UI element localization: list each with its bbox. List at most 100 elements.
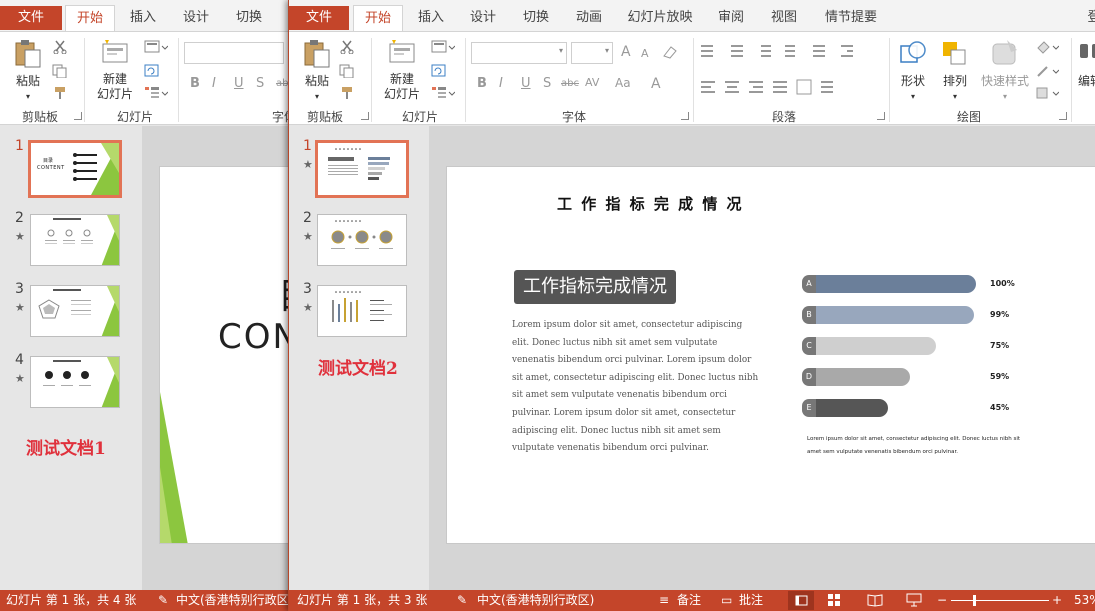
paste-button[interactable]: 粘贴 ▾ xyxy=(297,38,337,104)
tab-slideshow[interactable]: 幻灯片放映 xyxy=(623,5,697,32)
quick-styles-icon xyxy=(992,40,1017,65)
spell-check-icon[interactable]: ✎ xyxy=(158,590,168,611)
current-slide[interactable]: 工 作 指 标 完 成 情 况 工作指标完成情况 Lorem ipsum dol… xyxy=(446,166,1095,544)
slide-thumbnail-4[interactable] xyxy=(30,356,120,408)
zoom-out-button[interactable]: − xyxy=(937,590,947,611)
clear-format-icon[interactable] xyxy=(661,44,679,63)
slide-number: 2 xyxy=(15,210,24,226)
strikethrough-button[interactable]: abc xyxy=(276,78,288,89)
shadow-button[interactable]: S xyxy=(543,76,551,91)
slide-sorter-view-icon[interactable] xyxy=(827,593,841,611)
font-size-select[interactable]: ▾ xyxy=(571,42,613,64)
italic-button[interactable]: I xyxy=(499,76,503,91)
slide-number: 1 xyxy=(303,138,312,154)
shape-outline-icon[interactable] xyxy=(1035,64,1060,81)
sign-in-link[interactable]: 登 xyxy=(1084,5,1095,32)
new-slide-button[interactable]: 新建 幻灯片 xyxy=(379,38,425,102)
underline-button[interactable]: U xyxy=(234,76,244,91)
bold-button[interactable]: B xyxy=(477,76,487,91)
notes-button[interactable]: 备注 xyxy=(677,590,701,611)
format-painter-icon[interactable] xyxy=(52,86,68,103)
paragraph-controls-row2[interactable] xyxy=(701,78,871,99)
tab-storyboard[interactable]: 情节提要 xyxy=(819,5,883,32)
divider xyxy=(371,38,372,122)
tab-transitions[interactable]: 切换 xyxy=(514,5,558,32)
main-slide-title: 目 xyxy=(278,267,288,319)
thumb1-subtitle: CONTENT xyxy=(37,165,65,171)
zoom-slider-thumb[interactable] xyxy=(973,595,976,606)
spell-check-icon[interactable]: ✎ xyxy=(457,590,467,611)
arrange-button[interactable]: 排列 ▾ xyxy=(937,38,973,104)
bar-letter: A xyxy=(802,275,816,293)
zoom-slider-track[interactable] xyxy=(951,600,1049,601)
slide-thumbnail-3[interactable] xyxy=(30,285,120,337)
reading-view-icon[interactable] xyxy=(867,593,883,611)
quick-styles-button[interactable]: 快速样式 ▾ xyxy=(979,38,1031,104)
section-icon[interactable] xyxy=(144,86,169,103)
layout-icon[interactable] xyxy=(144,40,169,57)
drawing-launcher-icon[interactable] xyxy=(1059,112,1067,120)
paragraph-controls-row1[interactable] xyxy=(701,42,871,63)
slide-editor: 目 CONTENT xyxy=(142,126,288,590)
tab-home[interactable]: 开始 xyxy=(65,5,115,32)
tab-review[interactable]: 审阅 xyxy=(709,5,753,32)
bold-button[interactable]: B xyxy=(190,76,200,91)
slide-thumbnail-1[interactable]: 目录 CONTENT xyxy=(28,140,122,198)
tab-animations[interactable]: 动画 xyxy=(567,5,611,32)
tab-design[interactable]: 设计 xyxy=(461,5,505,32)
zoom-level[interactable]: 53% xyxy=(1074,590,1095,611)
normal-view-button[interactable] xyxy=(788,591,814,610)
format-painter-icon[interactable] xyxy=(339,86,355,103)
reset-icon[interactable] xyxy=(431,64,447,81)
shrink-font-button[interactable]: A xyxy=(641,47,649,60)
cut-icon[interactable] xyxy=(52,40,68,57)
current-slide[interactable]: 目 CONTENT xyxy=(159,166,288,544)
cut-icon[interactable] xyxy=(339,40,355,57)
status-language[interactable]: 中文(香港特别行政区) xyxy=(176,590,288,611)
progress-bars-chart: A 100% B 99% C 75% D 59% E 45% xyxy=(802,275,1022,425)
paste-button[interactable]: 粘贴 ▾ xyxy=(8,38,48,104)
slide-thumbnail-2[interactable] xyxy=(30,214,120,266)
zoom-in-button[interactable]: + xyxy=(1052,590,1062,611)
shadow-button[interactable]: S xyxy=(256,76,264,91)
change-case-button[interactable]: Aa xyxy=(615,76,631,90)
tab-insert[interactable]: 插入 xyxy=(409,5,453,32)
paragraph-launcher-icon[interactable] xyxy=(877,112,885,120)
section-icon[interactable] xyxy=(431,86,456,103)
editing-button[interactable]: 编辑 xyxy=(1075,38,1095,89)
char-spacing-button[interactable]: AV xyxy=(585,76,599,89)
slide-thumbnail-1[interactable] xyxy=(315,140,409,198)
shapes-button[interactable]: 形状 ▾ xyxy=(895,38,931,104)
clipboard-launcher-icon[interactable] xyxy=(74,112,82,120)
tab-file[interactable]: 文件 xyxy=(0,6,62,30)
reset-icon[interactable] xyxy=(144,64,160,81)
tab-file[interactable]: 文件 xyxy=(289,6,349,30)
italic-button[interactable]: I xyxy=(212,76,216,91)
tab-home[interactable]: 开始 xyxy=(353,5,403,32)
tab-transitions[interactable]: 切换 xyxy=(227,5,271,32)
copy-icon[interactable] xyxy=(339,64,355,81)
font-launcher-icon[interactable] xyxy=(681,112,689,120)
shape-effects-icon[interactable] xyxy=(1035,86,1060,103)
font-color-button[interactable]: A xyxy=(651,76,661,92)
font-name-select[interactable]: ▾ xyxy=(471,42,567,64)
underline-button[interactable]: U xyxy=(521,76,531,91)
strikethrough-button[interactable]: abc xyxy=(561,78,579,89)
clipboard-launcher-icon[interactable] xyxy=(361,112,369,120)
tab-design[interactable]: 设计 xyxy=(174,5,218,32)
slide-thumbnail-3[interactable] xyxy=(317,285,407,337)
status-language[interactable]: 中文(香港特别行政区) xyxy=(477,590,594,611)
tab-view[interactable]: 视图 xyxy=(762,5,806,32)
new-slide-icon xyxy=(389,40,415,63)
comments-button[interactable]: 批注 xyxy=(739,590,763,611)
layout-icon[interactable] xyxy=(431,40,456,57)
new-slide-button[interactable]: 新建 幻灯片 xyxy=(92,38,138,102)
copy-icon[interactable] xyxy=(52,64,68,81)
progress-bar-row: D 59% xyxy=(802,368,1022,386)
tab-insert[interactable]: 插入 xyxy=(121,5,165,32)
font-name-select[interactable] xyxy=(184,42,284,64)
slide-thumbnail-2[interactable] xyxy=(317,214,407,266)
shape-fill-icon[interactable] xyxy=(1035,40,1060,57)
slideshow-view-icon[interactable] xyxy=(906,593,922,611)
grow-font-button[interactable]: A xyxy=(621,44,631,60)
